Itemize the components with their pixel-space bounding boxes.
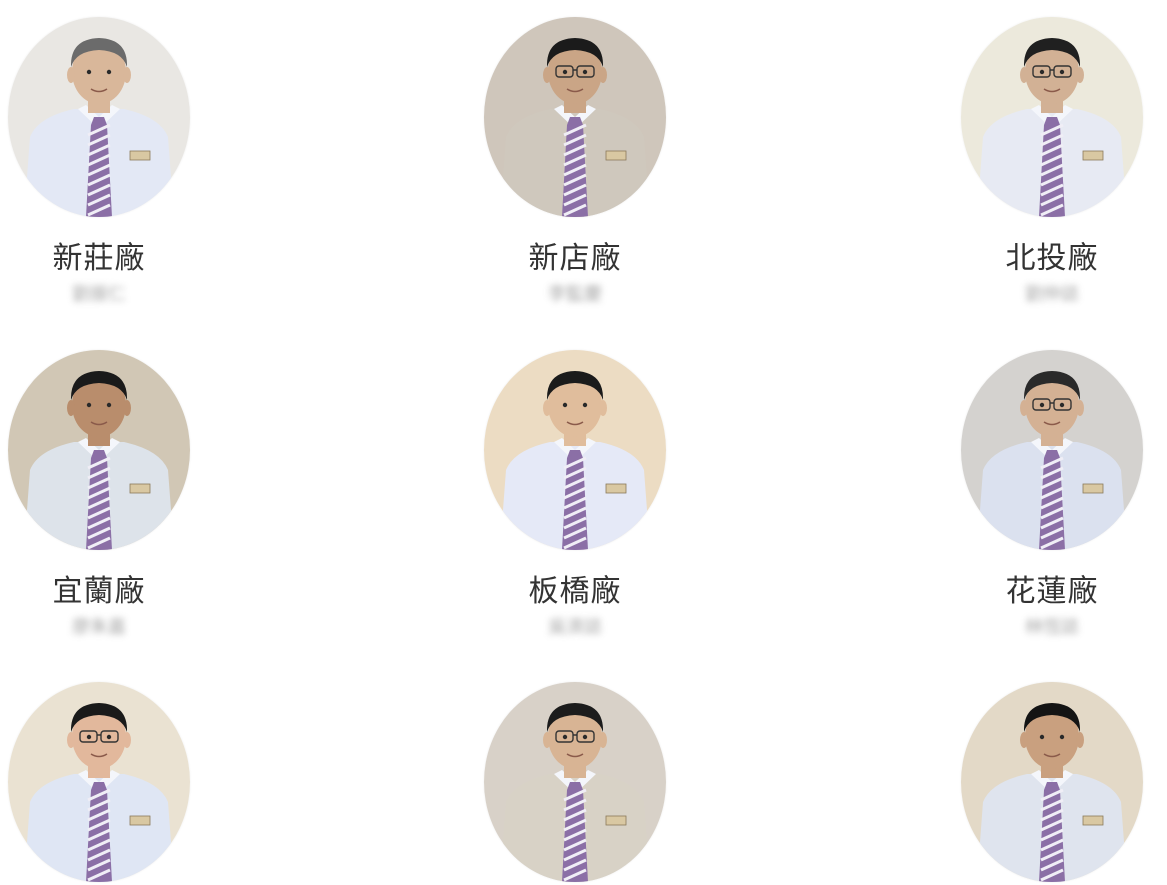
eye bbox=[106, 402, 112, 408]
plant-name: 板橋廠 bbox=[528, 574, 622, 609]
manager-photo[interactable] bbox=[961, 350, 1143, 550]
manager-name-blurred: 劉仲誌 bbox=[1025, 284, 1079, 305]
ear bbox=[543, 67, 551, 83]
ear bbox=[1076, 67, 1084, 83]
ear bbox=[599, 67, 607, 83]
ear bbox=[67, 67, 75, 83]
ear bbox=[67, 732, 75, 748]
eye bbox=[582, 734, 588, 740]
ear bbox=[543, 400, 551, 416]
manager-card[interactable] bbox=[8, 682, 190, 882]
manager-photo[interactable] bbox=[484, 350, 666, 550]
manager-name-blurred: 吳濟誌 bbox=[548, 617, 602, 638]
ear bbox=[1020, 67, 1028, 83]
ear bbox=[1020, 732, 1028, 748]
manager-card[interactable] bbox=[961, 682, 1143, 882]
manager-photo[interactable] bbox=[484, 682, 666, 882]
name-badge bbox=[1082, 150, 1104, 161]
manager-card[interactable]: 花蓮廠 林恆誌 bbox=[961, 350, 1143, 642]
eye bbox=[1059, 69, 1065, 75]
portrait-image bbox=[8, 682, 190, 882]
eye bbox=[1039, 734, 1045, 740]
portrait-image bbox=[961, 17, 1143, 217]
ear bbox=[599, 400, 607, 416]
eye bbox=[562, 402, 568, 408]
name-badge bbox=[129, 150, 151, 161]
plant-name: 新莊廠 bbox=[52, 241, 146, 276]
manager-grid: 新莊廠 劉振仁 新店廠 李監慶 北投廠 劉仲誌 宜蘭廠 廖朱嘉 板橋廠 吳濟誌 … bbox=[0, 0, 1167, 885]
name-badge bbox=[605, 150, 627, 161]
ear bbox=[1076, 732, 1084, 748]
eye bbox=[562, 69, 568, 75]
ear bbox=[123, 67, 131, 83]
name-badge bbox=[1082, 483, 1104, 494]
plant-name: 宜蘭廠 bbox=[52, 574, 146, 609]
ear bbox=[123, 400, 131, 416]
eye bbox=[86, 402, 92, 408]
ear bbox=[123, 732, 131, 748]
plant-name: 新店廠 bbox=[528, 241, 622, 276]
portrait-image bbox=[961, 350, 1143, 550]
portrait-image bbox=[484, 17, 666, 217]
ear bbox=[1076, 400, 1084, 416]
eye bbox=[1039, 402, 1045, 408]
manager-card[interactable]: 新店廠 李監慶 bbox=[484, 17, 666, 309]
portrait-image bbox=[8, 350, 190, 550]
eye bbox=[106, 69, 112, 75]
eye bbox=[1039, 69, 1045, 75]
ear bbox=[67, 400, 75, 416]
manager-photo[interactable] bbox=[484, 17, 666, 217]
manager-name-blurred: 廖朱嘉 bbox=[72, 617, 126, 638]
eye bbox=[1059, 402, 1065, 408]
name-badge bbox=[129, 815, 151, 826]
plant-name: 北投廠 bbox=[1005, 241, 1099, 276]
eye bbox=[562, 734, 568, 740]
portrait-image bbox=[961, 682, 1143, 882]
portrait-image bbox=[8, 17, 190, 217]
ear bbox=[543, 732, 551, 748]
eye bbox=[582, 69, 588, 75]
portrait-image bbox=[484, 350, 666, 550]
eye bbox=[106, 734, 112, 740]
eye bbox=[86, 734, 92, 740]
name-badge bbox=[605, 483, 627, 494]
manager-name-blurred: 林恆誌 bbox=[1025, 617, 1079, 638]
manager-photo[interactable] bbox=[961, 17, 1143, 217]
manager-card[interactable]: 板橋廠 吳濟誌 bbox=[484, 350, 666, 642]
ear bbox=[599, 732, 607, 748]
manager-photo[interactable] bbox=[8, 682, 190, 882]
name-badge bbox=[605, 815, 627, 826]
plant-name: 花蓮廠 bbox=[1005, 574, 1099, 609]
eye bbox=[1059, 734, 1065, 740]
name-badge bbox=[1082, 815, 1104, 826]
eye bbox=[582, 402, 588, 408]
manager-card[interactable]: 宜蘭廠 廖朱嘉 bbox=[8, 350, 190, 642]
manager-name-blurred: 劉振仁 bbox=[72, 284, 126, 305]
manager-photo[interactable] bbox=[8, 350, 190, 550]
manager-card[interactable]: 北投廠 劉仲誌 bbox=[961, 17, 1143, 309]
name-badge bbox=[129, 483, 151, 494]
ear bbox=[1020, 400, 1028, 416]
manager-card[interactable]: 新莊廠 劉振仁 bbox=[8, 17, 190, 309]
manager-name-blurred: 李監慶 bbox=[548, 284, 602, 305]
manager-photo[interactable] bbox=[8, 17, 190, 217]
manager-card[interactable] bbox=[484, 682, 666, 882]
manager-photo[interactable] bbox=[961, 682, 1143, 882]
eye bbox=[86, 69, 92, 75]
portrait-image bbox=[484, 682, 666, 882]
